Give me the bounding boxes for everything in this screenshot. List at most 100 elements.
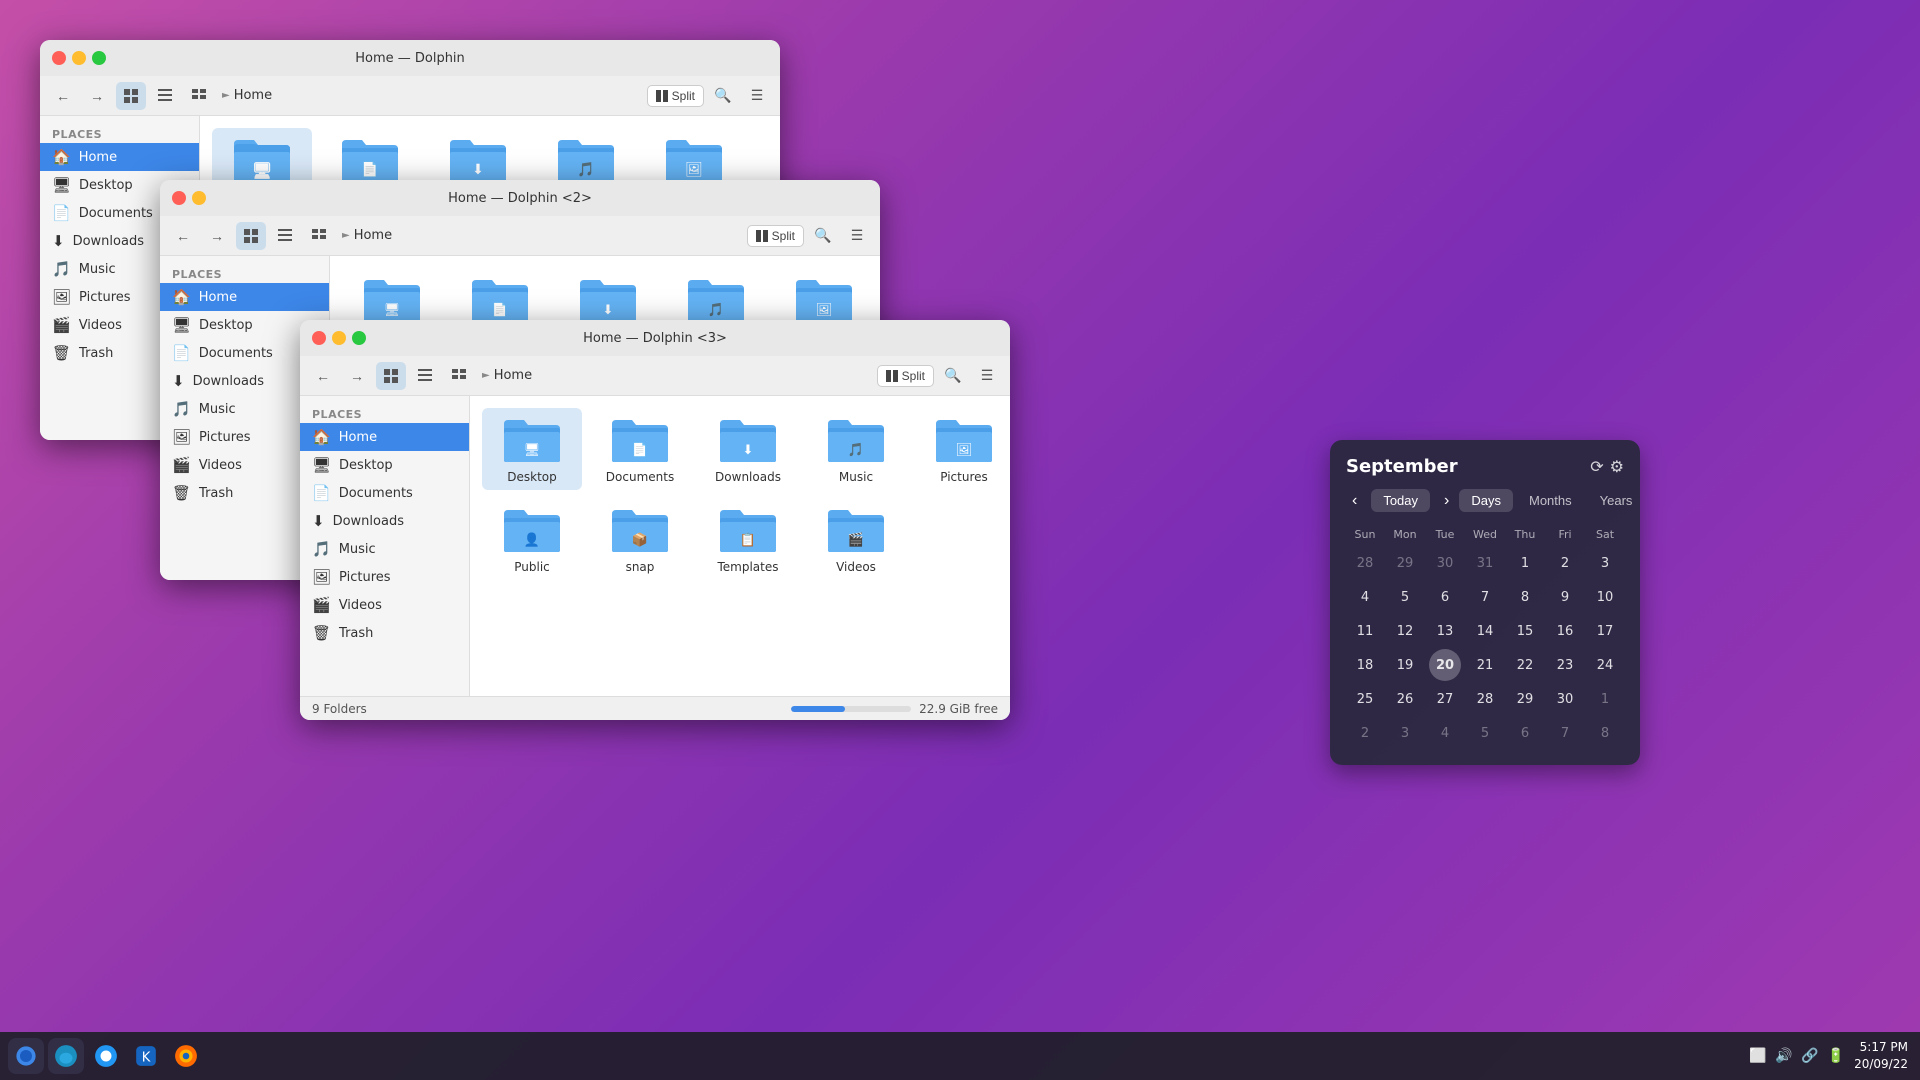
cal-day-8[interactable]: 8 xyxy=(1509,581,1541,613)
maximize-button-3[interactable] xyxy=(352,331,366,345)
cal-day-18[interactable]: 18 xyxy=(1349,649,1381,681)
breadcrumb-path-3[interactable]: Home xyxy=(494,368,532,383)
calendar-tab-years[interactable]: Years xyxy=(1588,489,1645,512)
view-grid-button-2[interactable] xyxy=(236,222,266,250)
cal-day-21[interactable]: 21 xyxy=(1469,649,1501,681)
folder-music-3[interactable]: 🎵 Music xyxy=(806,408,906,490)
taskbar-firefox-icon[interactable] xyxy=(168,1038,204,1074)
cal-day-10[interactable]: 10 xyxy=(1589,581,1621,613)
folder-downloads-3[interactable]: ⬇ Downloads xyxy=(698,408,798,490)
cal-day-6[interactable]: 6 xyxy=(1429,581,1461,613)
sidebar-item-pictures-3[interactable]: 🖼 Pictures xyxy=(300,563,469,591)
cal-day-30[interactable]: 30 xyxy=(1549,683,1581,715)
cal-day-29-prev[interactable]: 29 xyxy=(1389,547,1421,579)
taskbar-time[interactable]: 5:17 PM 20/09/22 xyxy=(1854,1039,1908,1073)
folder-snap-3[interactable]: 📦 snap xyxy=(590,498,690,580)
cal-day-26[interactable]: 26 xyxy=(1389,683,1421,715)
cal-day-7-next[interactable]: 7 xyxy=(1549,717,1581,749)
sidebar-item-downloads-3[interactable]: ⬇ Downloads xyxy=(300,507,469,535)
calendar-tab-months[interactable]: Months xyxy=(1517,489,1584,512)
cal-day-17[interactable]: 17 xyxy=(1589,615,1621,647)
breadcrumb-path-1[interactable]: Home xyxy=(234,88,272,103)
calendar-tab-today[interactable]: Today xyxy=(1371,489,1430,512)
folder-documents-3[interactable]: 📄 Documents xyxy=(590,408,690,490)
menu-button-1[interactable]: ☰ xyxy=(742,82,772,110)
search-button-3[interactable]: 🔍 xyxy=(938,362,968,390)
maximize-button-1[interactable] xyxy=(92,51,106,65)
sidebar-item-home-2[interactable]: 🏠 Home xyxy=(160,283,329,311)
folder-public-3[interactable]: 👤 Public xyxy=(482,498,582,580)
view-compact-button-3[interactable] xyxy=(444,362,474,390)
forward-button-2[interactable]: → xyxy=(202,222,232,250)
minimize-button-2[interactable] xyxy=(192,191,206,205)
cal-day-28-prev[interactable]: 28 xyxy=(1349,547,1381,579)
cal-day-12[interactable]: 12 xyxy=(1389,615,1421,647)
close-button-2[interactable] xyxy=(172,191,186,205)
calendar-refresh-icon[interactable]: ⟳ xyxy=(1590,457,1603,477)
cal-day-1-next[interactable]: 1 xyxy=(1589,683,1621,715)
cal-day-25[interactable]: 25 xyxy=(1349,683,1381,715)
sidebar-item-trash-3[interactable]: 🗑 Trash xyxy=(300,619,469,647)
calendar-prev-button[interactable]: ‹ xyxy=(1346,490,1363,512)
back-button-2[interactable]: ← xyxy=(168,222,198,250)
minimize-button-3[interactable] xyxy=(332,331,346,345)
folder-desktop-3[interactable]: 🖥 Desktop xyxy=(482,408,582,490)
menu-button-3[interactable]: ☰ xyxy=(972,362,1002,390)
cal-day-19[interactable]: 19 xyxy=(1389,649,1421,681)
minimize-button-1[interactable] xyxy=(72,51,86,65)
close-button-1[interactable] xyxy=(52,51,66,65)
forward-button-3[interactable]: → xyxy=(342,362,372,390)
cal-day-3-next[interactable]: 3 xyxy=(1389,717,1421,749)
sidebar-item-home-3[interactable]: 🏠 Home xyxy=(300,423,469,451)
taskbar-dolphin-icon[interactable] xyxy=(48,1038,84,1074)
cal-day-1[interactable]: 1 xyxy=(1509,547,1541,579)
split-button-3[interactable]: Split xyxy=(877,365,934,387)
cal-day-3[interactable]: 3 xyxy=(1589,547,1621,579)
cal-day-20-today[interactable]: 20 xyxy=(1429,649,1461,681)
folder-pictures-3[interactable]: 🖼 Pictures xyxy=(914,408,1010,490)
cal-day-31-prev[interactable]: 31 xyxy=(1469,547,1501,579)
cal-day-27[interactable]: 27 xyxy=(1429,683,1461,715)
cal-day-30-prev[interactable]: 30 xyxy=(1429,547,1461,579)
cal-day-5-next[interactable]: 5 xyxy=(1469,717,1501,749)
tray-network-icon[interactable]: 🔗 xyxy=(1800,1046,1820,1066)
folder-videos-3[interactable]: 🎬 Videos xyxy=(806,498,906,580)
search-button-2[interactable]: 🔍 xyxy=(808,222,838,250)
cal-day-14[interactable]: 14 xyxy=(1469,615,1501,647)
cal-day-9[interactable]: 9 xyxy=(1549,581,1581,613)
cal-day-28[interactable]: 28 xyxy=(1469,683,1501,715)
forward-button-1[interactable]: → xyxy=(82,82,112,110)
cal-day-6-next[interactable]: 6 xyxy=(1509,717,1541,749)
tray-screen-icon[interactable]: ⬜ xyxy=(1748,1046,1768,1066)
calendar-settings-icon[interactable]: ⚙ xyxy=(1610,457,1624,477)
cal-day-22[interactable]: 22 xyxy=(1509,649,1541,681)
search-button-1[interactable]: 🔍 xyxy=(708,82,738,110)
taskbar-plasma-icon[interactable]: K xyxy=(128,1038,164,1074)
view-list-button-2[interactable] xyxy=(270,222,300,250)
cal-day-11[interactable]: 11 xyxy=(1349,615,1381,647)
folder-templates-3[interactable]: 📋 Templates xyxy=(698,498,798,580)
cal-day-16[interactable]: 16 xyxy=(1549,615,1581,647)
cal-day-24[interactable]: 24 xyxy=(1589,649,1621,681)
back-button-3[interactable]: ← xyxy=(308,362,338,390)
taskbar-discover-icon[interactable] xyxy=(88,1038,124,1074)
cal-day-2[interactable]: 2 xyxy=(1549,547,1581,579)
cal-day-5[interactable]: 5 xyxy=(1389,581,1421,613)
view-grid-button-3[interactable] xyxy=(376,362,406,390)
tray-battery-icon[interactable]: 🔋 xyxy=(1826,1046,1846,1066)
sidebar-item-music-3[interactable]: 🎵 Music xyxy=(300,535,469,563)
cal-day-4-next[interactable]: 4 xyxy=(1429,717,1461,749)
view-list-button-3[interactable] xyxy=(410,362,440,390)
split-button-1[interactable]: Split xyxy=(647,85,704,107)
cal-day-4[interactable]: 4 xyxy=(1349,581,1381,613)
cal-day-8-next[interactable]: 8 xyxy=(1589,717,1621,749)
view-compact-button-1[interactable] xyxy=(184,82,214,110)
sidebar-item-documents-3[interactable]: 📄 Documents xyxy=(300,479,469,507)
menu-button-2[interactable]: ☰ xyxy=(842,222,872,250)
calendar-tab-days[interactable]: Days xyxy=(1459,489,1513,512)
view-compact-button-2[interactable] xyxy=(304,222,334,250)
breadcrumb-path-2[interactable]: Home xyxy=(354,228,392,243)
calendar-next-button[interactable]: › xyxy=(1438,490,1455,512)
cal-day-29[interactable]: 29 xyxy=(1509,683,1541,715)
taskbar-app-icon[interactable] xyxy=(8,1038,44,1074)
